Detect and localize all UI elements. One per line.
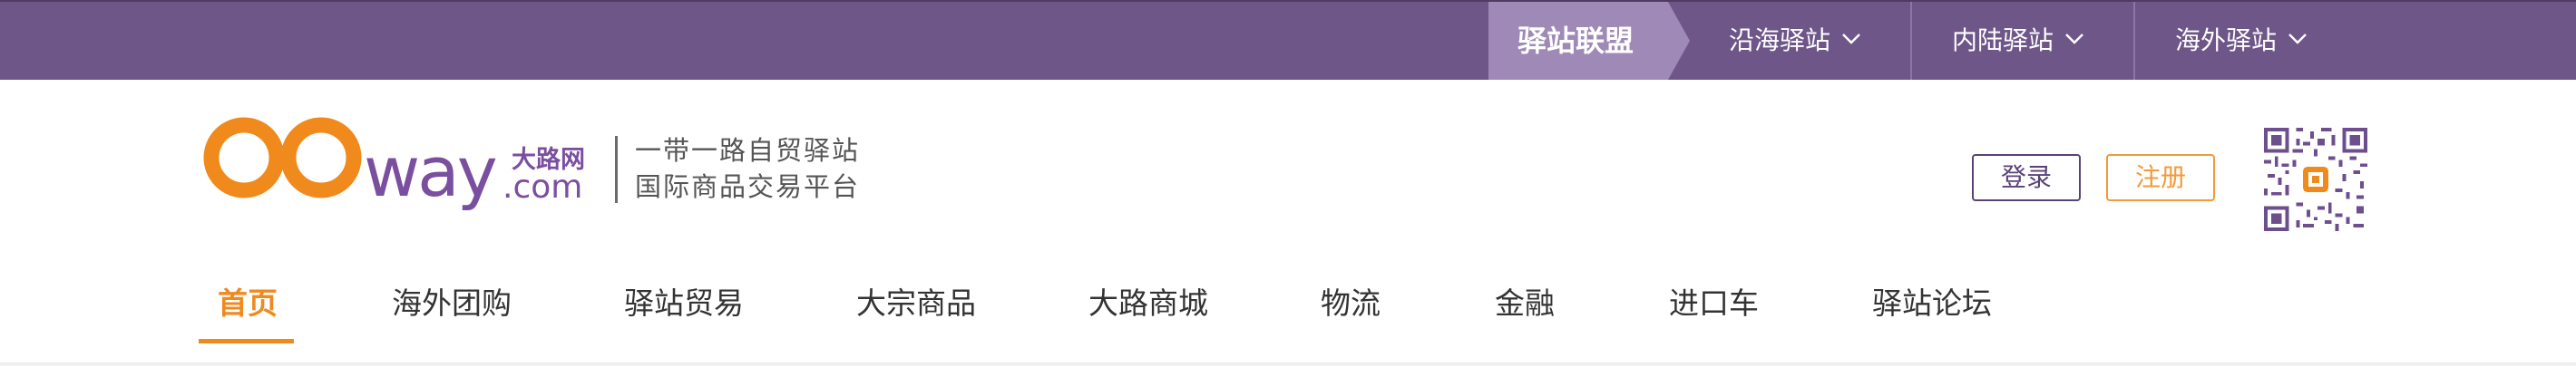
alliance-arrow bbox=[1668, 2, 1690, 80]
chevron-down-icon bbox=[2286, 26, 2309, 50]
nav-station-trade[interactable]: 驿站贸易 bbox=[624, 279, 744, 323]
menu-inland-label: 内陆驿站 bbox=[1952, 25, 2054, 55]
nav-bulk-commodities[interactable]: 大宗商品 bbox=[856, 279, 976, 323]
nav-active-indicator bbox=[199, 339, 294, 343]
svg-text:way: way bbox=[364, 131, 496, 212]
menu-coastal-station[interactable]: 沿海驿站 bbox=[1729, 2, 1863, 80]
top-bar: 驿站联盟 沿海驿站 内陆驿站 海外驿站 bbox=[0, 0, 2576, 80]
logo-domain-text: .com bbox=[503, 169, 582, 206]
slogan-divider bbox=[615, 136, 618, 203]
main-nav: 首页 海外团购 驿站贸易 大宗商品 大路商城 物流 金融 进口车 驿站论坛 bbox=[0, 263, 2576, 350]
nav-overseas-group-buy[interactable]: 海外团购 bbox=[392, 279, 512, 323]
nav-imported-cars[interactable]: 进口车 bbox=[1669, 279, 1759, 323]
chevron-down-icon bbox=[1839, 26, 1863, 50]
nav-finance[interactable]: 金融 bbox=[1495, 279, 1555, 323]
menu-divider bbox=[2133, 2, 2135, 80]
nav-logistics[interactable]: 物流 bbox=[1321, 279, 1381, 323]
qr-code-image bbox=[2264, 127, 2367, 232]
site-logo[interactable]: way 大路网 .com bbox=[203, 107, 611, 225]
slogan-line-1: 一带一路自贸驿站 bbox=[635, 135, 861, 166]
login-button[interactable]: 登录 bbox=[1972, 154, 2081, 201]
slogan-line-2: 国际商品交易平台 bbox=[635, 171, 861, 202]
nav-station-forum[interactable]: 驿站论坛 bbox=[1872, 279, 1992, 323]
menu-coastal-label: 沿海驿站 bbox=[1729, 25, 1831, 55]
nav-dalu-mall[interactable]: 大路商城 bbox=[1088, 279, 1208, 323]
chevron-down-icon bbox=[2063, 26, 2086, 50]
menu-overseas-station[interactable]: 海外驿站 bbox=[2175, 2, 2309, 80]
menu-overseas-label: 海外驿站 bbox=[2175, 25, 2278, 55]
nav-home[interactable]: 首页 bbox=[218, 279, 278, 323]
header-bottom-border bbox=[0, 362, 2576, 366]
menu-divider bbox=[1910, 2, 1912, 80]
menu-inland-station[interactable]: 内陆驿站 bbox=[1952, 2, 2086, 80]
alliance-label[interactable]: 驿站联盟 bbox=[1488, 2, 1668, 80]
register-button[interactable]: 注册 bbox=[2106, 154, 2215, 201]
slogan: 一带一路自贸驿站 国际商品交易平台 bbox=[635, 132, 860, 205]
